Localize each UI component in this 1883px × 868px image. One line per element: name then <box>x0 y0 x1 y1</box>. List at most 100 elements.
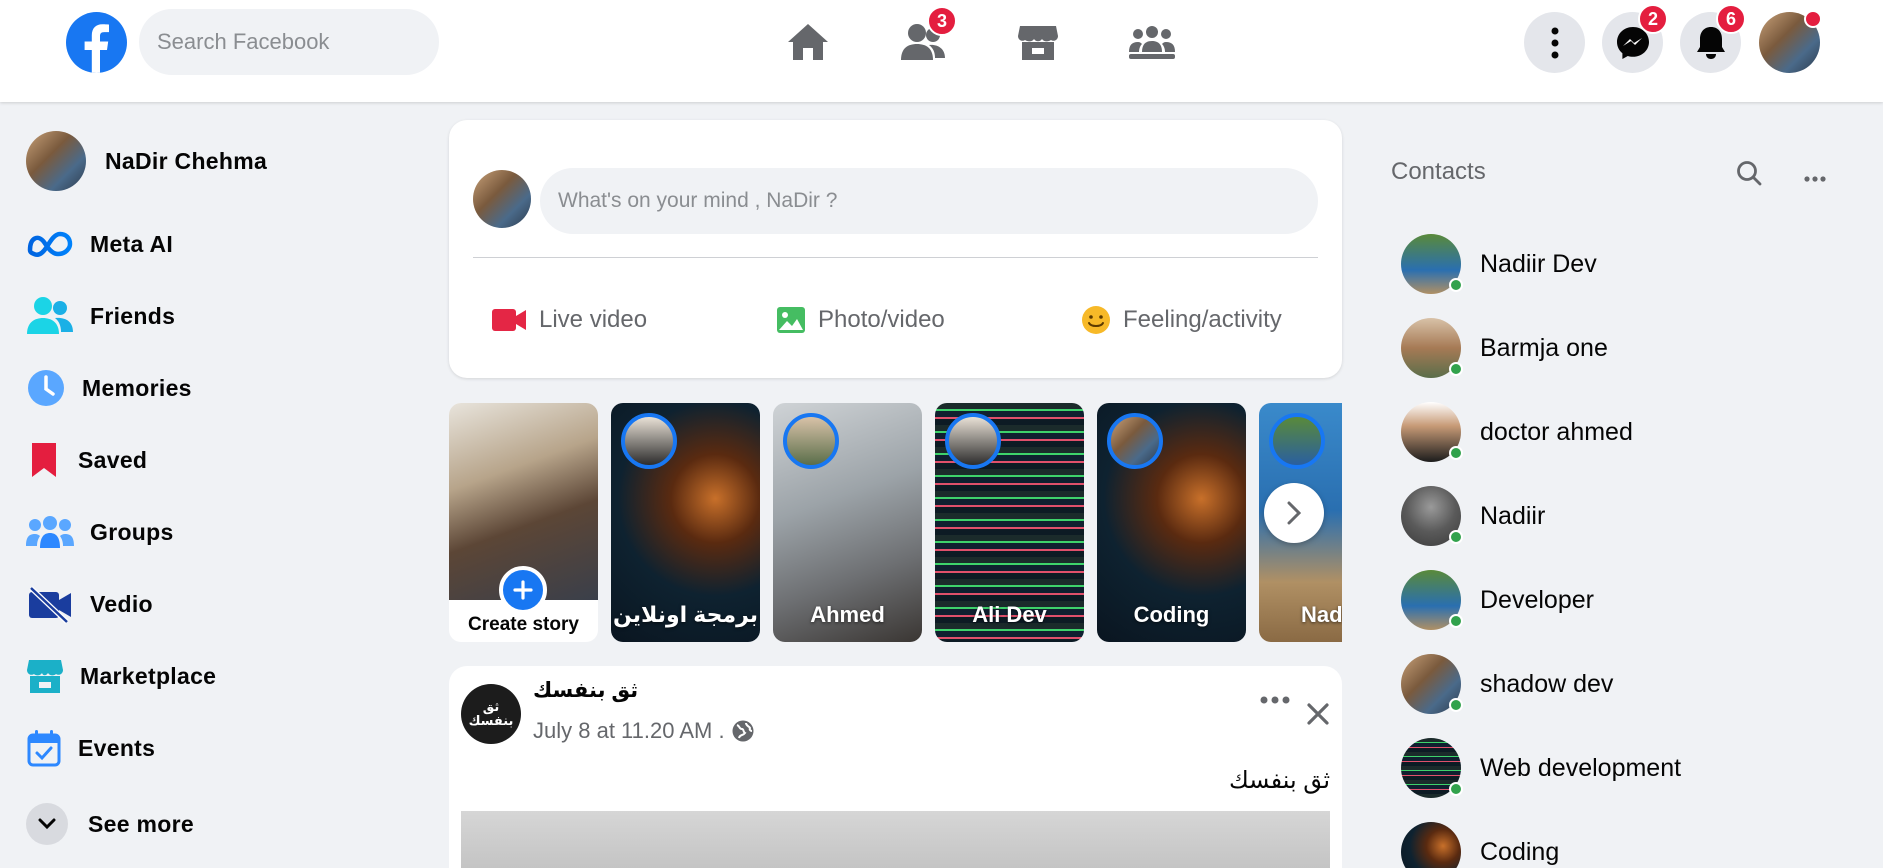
whats-on-your-mind-input[interactable] <box>540 168 1318 234</box>
hide-post-button[interactable] <box>1307 703 1329 730</box>
sidebar-item-label: Groups <box>90 518 174 545</box>
facebook-logo[interactable] <box>66 12 127 73</box>
contact-avatar <box>1401 570 1463 630</box>
facebook-f-icon <box>84 24 109 73</box>
post-page-name[interactable]: ثق بنفسك <box>533 678 638 703</box>
globe-icon <box>732 720 754 742</box>
store-icon <box>26 657 64 695</box>
story-avatar <box>783 413 839 469</box>
story-name: برمجة اونلاين <box>612 602 759 627</box>
sidebar-item-saved[interactable]: Saved <box>26 428 147 492</box>
marketplace-nav-button[interactable] <box>1008 18 1068 66</box>
search-icon <box>1737 161 1762 186</box>
contact-item[interactable]: Nadiir <box>1401 484 1545 548</box>
post-meta: July 8 at 11.20 AM . <box>533 718 755 744</box>
post-options-button[interactable] <box>1260 695 1290 705</box>
story-avatar <box>1107 413 1163 469</box>
contact-item[interactable]: Coding <box>1401 820 1559 868</box>
contact-item[interactable]: Barmja one <box>1401 316 1608 380</box>
contact-item[interactable]: shadow dev <box>1401 652 1613 716</box>
post-timestamp[interactable]: July 8 at 11.20 AM . <box>533 718 725 744</box>
contacts-options-button[interactable] <box>1804 170 1826 188</box>
add-story-plus-icon[interactable] <box>499 566 547 614</box>
sidebar-item-groups[interactable]: Groups <box>26 500 174 564</box>
online-status-dot <box>1449 698 1463 712</box>
story-name: Nad <box>1301 602 1342 627</box>
groups-icon <box>1129 26 1175 59</box>
video-camera-icon <box>492 309 526 331</box>
calendar-icon <box>26 729 62 767</box>
online-status-dot <box>1449 782 1463 796</box>
contact-name: doctor ahmed <box>1480 417 1633 446</box>
story-name: Coding <box>1133 602 1210 627</box>
account-avatar-button[interactable] <box>1759 10 1822 73</box>
clock-icon <box>26 369 66 407</box>
live-video-button[interactable]: Live video <box>491 290 647 350</box>
more-horizontal-icon <box>1804 176 1826 182</box>
online-status-dot <box>1449 278 1463 292</box>
chevron-right-icon <box>1287 501 1301 525</box>
vertical-dots-icon <box>1551 27 1558 58</box>
meta-ai-icon <box>26 230 74 258</box>
story-card[interactable]: Ahmed <box>773 403 922 642</box>
smiley-icon <box>1082 306 1110 334</box>
home-nav-button[interactable] <box>778 18 838 66</box>
create-story-card[interactable]: Create story <box>449 403 598 642</box>
post-composer: Live video Photo/video Feeling/activity <box>449 120 1342 378</box>
story-card[interactable]: Ali Dev <box>935 403 1084 642</box>
post-image[interactable] <box>461 811 1330 868</box>
contact-avatar <box>1401 234 1463 294</box>
groups-nav-button[interactable] <box>1122 18 1182 66</box>
contact-avatar <box>1401 402 1463 462</box>
feeling-activity-button[interactable]: Feeling/activity <box>1081 290 1282 350</box>
sidebar-item-vedio[interactable]: Vedio <box>26 572 153 636</box>
contacts-title: Contacts <box>1391 158 1486 185</box>
sidebar-item-marketplace[interactable]: Marketplace <box>26 644 216 708</box>
contact-item[interactable]: Nadiir Dev <box>1401 232 1597 296</box>
stories-next-button[interactable] <box>1264 483 1324 543</box>
contact-avatar <box>1401 318 1463 378</box>
photo-icon <box>777 307 805 333</box>
feeling-activity-label: Feeling/activity <box>1123 306 1282 333</box>
sidebar-item-label: Events <box>78 734 156 761</box>
contact-item[interactable]: Web development <box>1401 736 1681 800</box>
contact-name: shadow dev <box>1480 669 1614 698</box>
sidebar-item-label: Meta AI <box>90 230 174 257</box>
contact-item[interactable]: Developer <box>1401 568 1594 632</box>
search-contacts-button[interactable] <box>1736 160 1762 191</box>
sidebar-profile[interactable]: NaDir Chehma <box>26 129 267 193</box>
contact-avatar <box>1401 738 1463 798</box>
search-input[interactable] <box>139 9 439 75</box>
story-avatar <box>945 413 1001 469</box>
sidebar-item-meta-ai[interactable]: Meta AI <box>26 212 173 276</box>
video-off-icon <box>26 584 74 624</box>
post-page-avatar[interactable]: ثق بنفسك <box>461 684 521 744</box>
feed-post: ثق بنفسك ثق بنفسك July 8 at 11.20 AM . ث… <box>449 666 1342 868</box>
friends-nav-button[interactable]: 3 <box>893 6 957 66</box>
story-card[interactable]: Coding <box>1097 403 1246 642</box>
contact-avatar <box>1401 486 1463 546</box>
sidebar-item-label: Friends <box>90 302 176 329</box>
groups-icon <box>26 514 74 550</box>
sidebar-item-memories[interactable]: Memories <box>26 356 192 420</box>
contact-name: Barmja one <box>1480 333 1608 362</box>
notifications-button[interactable]: 6 <box>1680 4 1746 73</box>
more-menu-button[interactable] <box>1524 12 1585 73</box>
sidebar-item-label: See more <box>88 810 194 837</box>
online-status-dot <box>1449 362 1463 376</box>
photo-video-button[interactable]: Photo/video <box>776 290 945 350</box>
online-status-dot <box>1449 530 1463 544</box>
story-card[interactable]: برمجة اونلاين <box>611 403 760 642</box>
contact-name: Nadiir <box>1480 501 1546 530</box>
contact-item[interactable]: doctor ahmed <box>1401 400 1633 464</box>
story-name: Ali Dev <box>972 602 1047 627</box>
sidebar-item-see-more[interactable]: See more <box>26 792 194 856</box>
sidebar-item-friends[interactable]: Friends <box>26 284 175 348</box>
sidebar-item-events[interactable]: Events <box>26 716 155 780</box>
more-horizontal-icon <box>1260 696 1290 704</box>
composer-avatar <box>473 170 531 228</box>
contact-avatar <box>1401 822 1461 868</box>
messenger-button[interactable]: 2 <box>1602 4 1668 73</box>
contact-name: Nadiir Dev <box>1480 249 1597 278</box>
online-status-dot <box>1449 446 1463 460</box>
